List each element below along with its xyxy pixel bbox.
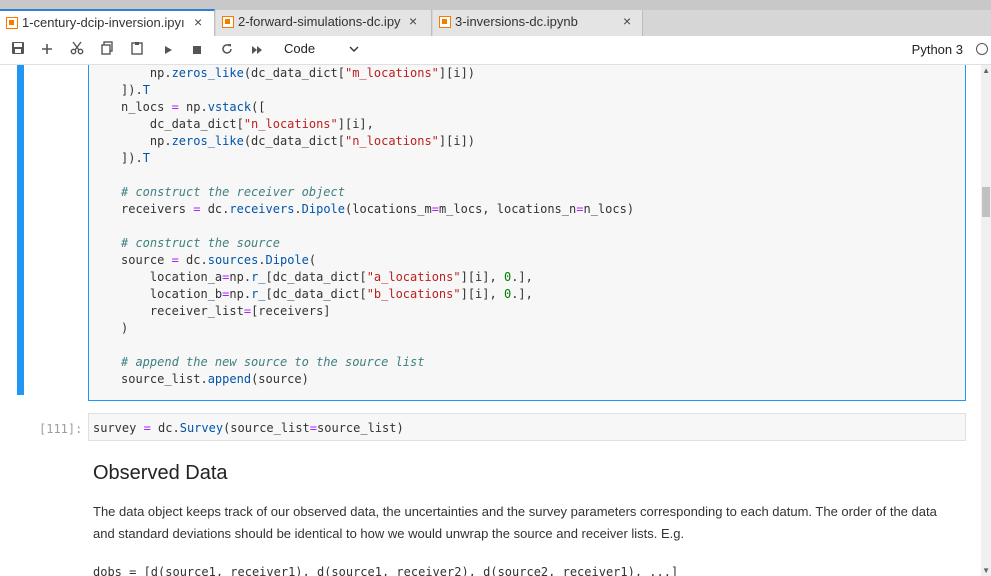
kernel-name[interactable]: Python 3	[912, 42, 963, 57]
tab-3-inversions-dc[interactable]: 3-inversions-dc.ipynb ×	[433, 10, 643, 36]
code-line[interactable]: source = dc.sources.Dipole(	[121, 252, 634, 269]
code-cell-source[interactable]: survey = dc.Survey(source_list=source_li…	[93, 420, 404, 437]
scroll-down-icon[interactable]: ▼	[982, 566, 990, 575]
code-line[interactable]	[121, 167, 634, 184]
save-icon[interactable]	[9, 41, 27, 59]
paste-icon[interactable]	[128, 41, 146, 59]
code-line[interactable]: ]).T	[121, 150, 634, 167]
restart-icon[interactable]	[218, 41, 236, 59]
notebook-panel: dc_data_dict["m_locations"][i], np.zeros…	[0, 65, 991, 576]
code-line[interactable]: ]).T	[121, 82, 634, 99]
cell-collapser[interactable]	[17, 65, 24, 395]
cell-type-select[interactable]: Code	[284, 41, 315, 56]
code-line[interactable]: location_b=np.r_[dc_data_dict["b_locatio…	[121, 286, 634, 303]
markdown-heading: Observed Data	[93, 462, 228, 484]
code-line[interactable]: receivers = dc.receivers.Dipole(location…	[121, 201, 634, 218]
scroll-up-icon[interactable]: ▲	[982, 66, 990, 75]
markdown-paragraph: The data object keeps track of our obser…	[93, 504, 937, 541]
notebook-icon	[6, 17, 18, 29]
code-line[interactable]: dc_data_dict["n_locations"][i],	[121, 116, 634, 133]
tab-label: 2-forward-simulations-dc.ipy	[238, 14, 401, 29]
code-line[interactable]: source_list.append(source)	[121, 371, 634, 388]
vertical-scrollbar[interactable]: ▲ ▼	[981, 65, 991, 576]
code-line[interactable]: receiver_list=[receivers]	[121, 303, 634, 320]
fast-forward-icon[interactable]	[248, 41, 266, 59]
tab-label: 3-inversions-dc.ipynb	[455, 14, 578, 29]
code-cell-editor[interactable]: survey = dc.Survey(source_list=source_li…	[88, 413, 966, 441]
code-line[interactable]: # construct the receiver object	[121, 184, 634, 201]
tab-label: 1-century-dcip-inversion.ipyı	[22, 15, 185, 30]
code-line[interactable]: # append the new source to the source li…	[121, 354, 634, 371]
scrollbar-thumb[interactable]	[982, 187, 990, 217]
notebook-icon	[439, 16, 451, 28]
code-line[interactable]: location_a=np.r_[dc_data_dict["a_locatio…	[121, 269, 634, 286]
code-line[interactable]	[121, 337, 634, 354]
run-icon[interactable]	[159, 41, 177, 59]
copy-icon[interactable]	[98, 41, 116, 59]
tab-2-forward-simulations-dc[interactable]: 2-forward-simulations-dc.ipy ×	[216, 10, 432, 36]
close-icon[interactable]: ×	[409, 13, 417, 29]
kernel-status-icon	[976, 43, 988, 55]
code-line[interactable]: np.zeros_like(dc_data_dict["n_locations"…	[121, 133, 634, 150]
cut-icon[interactable]	[68, 41, 86, 59]
code-line[interactable]	[121, 218, 634, 235]
notebook-toolbar: Code Python 3	[0, 36, 991, 65]
stop-icon[interactable]	[188, 41, 206, 59]
add-cell-icon[interactable]	[38, 41, 56, 59]
markdown-code-example: dobs = [d(source1, receiver1), d(source1…	[93, 565, 679, 576]
tab-1-century-dcip-inversion[interactable]: 1-century-dcip-inversion.ipyı ×	[0, 9, 215, 36]
execution-count: [111]:	[39, 422, 83, 436]
tab-bar: 1-century-dcip-inversion.ipyı × 2-forwar…	[0, 0, 991, 36]
code-line[interactable]: )	[121, 320, 634, 337]
code-cell-source[interactable]: dc_data_dict["m_locations"][i], np.zeros…	[121, 65, 634, 388]
code-line[interactable]: np.zeros_like(dc_data_dict["m_locations"…	[121, 65, 634, 82]
close-icon[interactable]: ×	[194, 14, 202, 30]
close-icon[interactable]: ×	[623, 13, 631, 29]
code-line[interactable]: n_locs = np.vstack([	[121, 99, 634, 116]
chevron-down-icon[interactable]	[348, 42, 360, 60]
code-line[interactable]: # construct the source	[121, 235, 634, 252]
notebook-icon	[222, 16, 234, 28]
